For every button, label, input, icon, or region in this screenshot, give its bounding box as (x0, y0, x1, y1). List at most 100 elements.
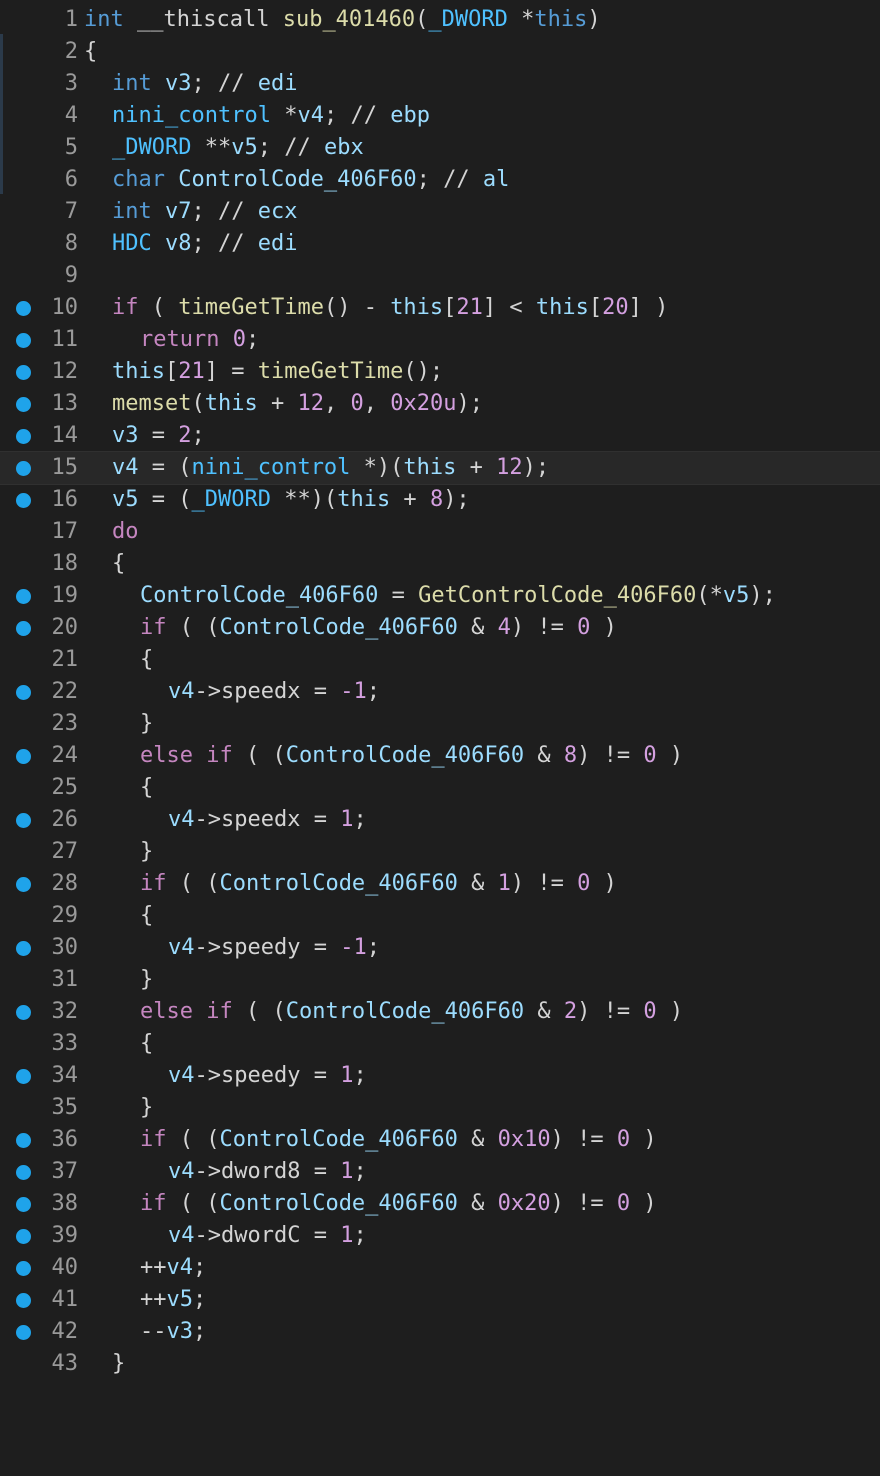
line-gutter[interactable]: 35 (0, 1092, 82, 1124)
breakpoint-dot-icon[interactable] (16, 1165, 31, 1180)
line-gutter[interactable]: 16 (0, 484, 82, 516)
code-line-31[interactable]: 31 } (0, 964, 880, 996)
code-line-4[interactable]: 4 nini_control *v4; // ebp (0, 100, 880, 132)
line-gutter[interactable]: 37 (0, 1156, 82, 1188)
line-gutter[interactable]: 8 (0, 228, 82, 260)
line-gutter[interactable]: 7 (0, 196, 82, 228)
code-line-43[interactable]: 43 } (0, 1348, 880, 1380)
code-line-42[interactable]: 42 --v3; (0, 1316, 880, 1348)
line-gutter[interactable]: 32 (0, 996, 82, 1028)
line-gutter[interactable]: 40 (0, 1252, 82, 1284)
code-line-26[interactable]: 26 v4->speedx = 1; (0, 804, 880, 836)
line-gutter[interactable]: 19 (0, 580, 82, 612)
breakpoint-dot-icon[interactable] (16, 685, 31, 700)
line-gutter[interactable]: 34 (0, 1060, 82, 1092)
breakpoint-dot-icon[interactable] (16, 877, 31, 892)
breakpoint-dot-icon[interactable] (16, 589, 31, 604)
line-gutter[interactable]: 29 (0, 900, 82, 932)
code-line-3[interactable]: 3 int v3; // edi (0, 68, 880, 100)
breakpoint-dot-icon[interactable] (16, 621, 31, 636)
line-gutter[interactable]: 1 (0, 4, 82, 36)
code-line-23[interactable]: 23 } (0, 708, 880, 740)
code-line-38[interactable]: 38 if ( (ControlCode_406F60 & 0x20) != 0… (0, 1188, 880, 1220)
line-gutter[interactable]: 21 (0, 644, 82, 676)
code-line-33[interactable]: 33 { (0, 1028, 880, 1060)
code-line-39[interactable]: 39 v4->dwordC = 1; (0, 1220, 880, 1252)
line-gutter[interactable]: 2 (0, 36, 82, 68)
code-line-12[interactable]: 12 this[21] = timeGetTime(); (0, 356, 880, 388)
breakpoint-dot-icon[interactable] (16, 1325, 31, 1340)
code-line-13[interactable]: 13 memset(this + 12, 0, 0x20u); (0, 388, 880, 420)
code-line-11[interactable]: 11 return 0; (0, 324, 880, 356)
line-gutter[interactable]: 23 (0, 708, 82, 740)
line-gutter[interactable]: 39 (0, 1220, 82, 1252)
code-line-1[interactable]: 1 int __thiscall sub_401460(_DWORD *this… (0, 4, 880, 36)
line-gutter[interactable]: 22 (0, 676, 82, 708)
code-line-30[interactable]: 30 v4->speedy = -1; (0, 932, 880, 964)
breakpoint-dot-icon[interactable] (16, 333, 31, 348)
code-line-41[interactable]: 41 ++v5; (0, 1284, 880, 1316)
breakpoint-dot-icon[interactable] (16, 1197, 31, 1212)
line-gutter[interactable]: 13 (0, 388, 82, 420)
code-line-16[interactable]: 16 v5 = (_DWORD **)(this + 8); (0, 484, 880, 516)
code-line-15[interactable]: 15 v4 = (nini_control *)(this + 12); (0, 451, 880, 485)
code-line-19[interactable]: 19 ControlCode_406F60 = GetControlCode_4… (0, 580, 880, 612)
line-gutter[interactable]: 28 (0, 868, 82, 900)
breakpoint-dot-icon[interactable] (16, 493, 31, 508)
code-line-10[interactable]: 10 if ( timeGetTime() - this[21] < this[… (0, 292, 880, 324)
breakpoint-dot-icon[interactable] (16, 813, 31, 828)
line-gutter[interactable]: 20 (0, 612, 82, 644)
line-gutter[interactable]: 11 (0, 324, 82, 356)
breakpoint-dot-icon[interactable] (16, 1229, 31, 1244)
breakpoint-dot-icon[interactable] (16, 429, 31, 444)
line-gutter[interactable]: 3 (0, 68, 82, 100)
breakpoint-dot-icon[interactable] (16, 301, 31, 316)
breakpoint-dot-icon[interactable] (16, 941, 31, 956)
code-editor[interactable]: 1 int __thiscall sub_401460(_DWORD *this… (0, 4, 880, 1376)
code-line-2[interactable]: 2 { (0, 36, 880, 68)
line-gutter[interactable]: 31 (0, 964, 82, 996)
code-line-9[interactable]: 9 (0, 260, 880, 292)
line-gutter[interactable]: 6 (0, 164, 82, 196)
line-gutter[interactable]: 43 (0, 1348, 82, 1380)
code-line-22[interactable]: 22 v4->speedx = -1; (0, 676, 880, 708)
line-gutter[interactable]: 41 (0, 1284, 82, 1316)
code-line-32[interactable]: 32 else if ( (ControlCode_406F60 & 2) !=… (0, 996, 880, 1028)
code-line-20[interactable]: 20 if ( (ControlCode_406F60 & 4) != 0 ) (0, 612, 880, 644)
code-line-24[interactable]: 24 else if ( (ControlCode_406F60 & 8) !=… (0, 740, 880, 772)
code-line-28[interactable]: 28 if ( (ControlCode_406F60 & 1) != 0 ) (0, 868, 880, 900)
line-gutter[interactable]: 10 (0, 292, 82, 324)
breakpoint-dot-icon[interactable] (16, 461, 31, 476)
line-gutter[interactable]: 27 (0, 836, 82, 868)
line-gutter[interactable]: 9 (0, 260, 82, 292)
code-line-36[interactable]: 36 if ( (ControlCode_406F60 & 0x10) != 0… (0, 1124, 880, 1156)
line-gutter[interactable]: 24 (0, 740, 82, 772)
line-gutter[interactable]: 38 (0, 1188, 82, 1220)
code-line-21[interactable]: 21 { (0, 644, 880, 676)
code-line-37[interactable]: 37 v4->dword8 = 1; (0, 1156, 880, 1188)
line-gutter[interactable]: 4 (0, 100, 82, 132)
code-line-7[interactable]: 7 int v7; // ecx (0, 196, 880, 228)
breakpoint-dot-icon[interactable] (16, 1005, 31, 1020)
breakpoint-dot-icon[interactable] (16, 749, 31, 764)
code-line-40[interactable]: 40 ++v4; (0, 1252, 880, 1284)
line-gutter[interactable]: 25 (0, 772, 82, 804)
breakpoint-dot-icon[interactable] (16, 365, 31, 380)
line-gutter[interactable]: 17 (0, 516, 82, 548)
code-line-27[interactable]: 27 } (0, 836, 880, 868)
line-gutter[interactable]: 36 (0, 1124, 82, 1156)
breakpoint-dot-icon[interactable] (16, 397, 31, 412)
code-line-6[interactable]: 6 char ControlCode_406F60; // al (0, 164, 880, 196)
line-gutter[interactable]: 26 (0, 804, 82, 836)
line-gutter[interactable]: 18 (0, 548, 82, 580)
line-gutter[interactable]: 33 (0, 1028, 82, 1060)
line-gutter[interactable]: 42 (0, 1316, 82, 1348)
line-gutter[interactable]: 15 (0, 452, 82, 484)
breakpoint-dot-icon[interactable] (16, 1069, 31, 1084)
line-gutter[interactable]: 14 (0, 420, 82, 452)
breakpoint-dot-icon[interactable] (16, 1261, 31, 1276)
breakpoint-dot-icon[interactable] (16, 1293, 31, 1308)
line-gutter[interactable]: 12 (0, 356, 82, 388)
code-line-5[interactable]: 5 _DWORD **v5; // ebx (0, 132, 880, 164)
code-line-35[interactable]: 35 } (0, 1092, 880, 1124)
